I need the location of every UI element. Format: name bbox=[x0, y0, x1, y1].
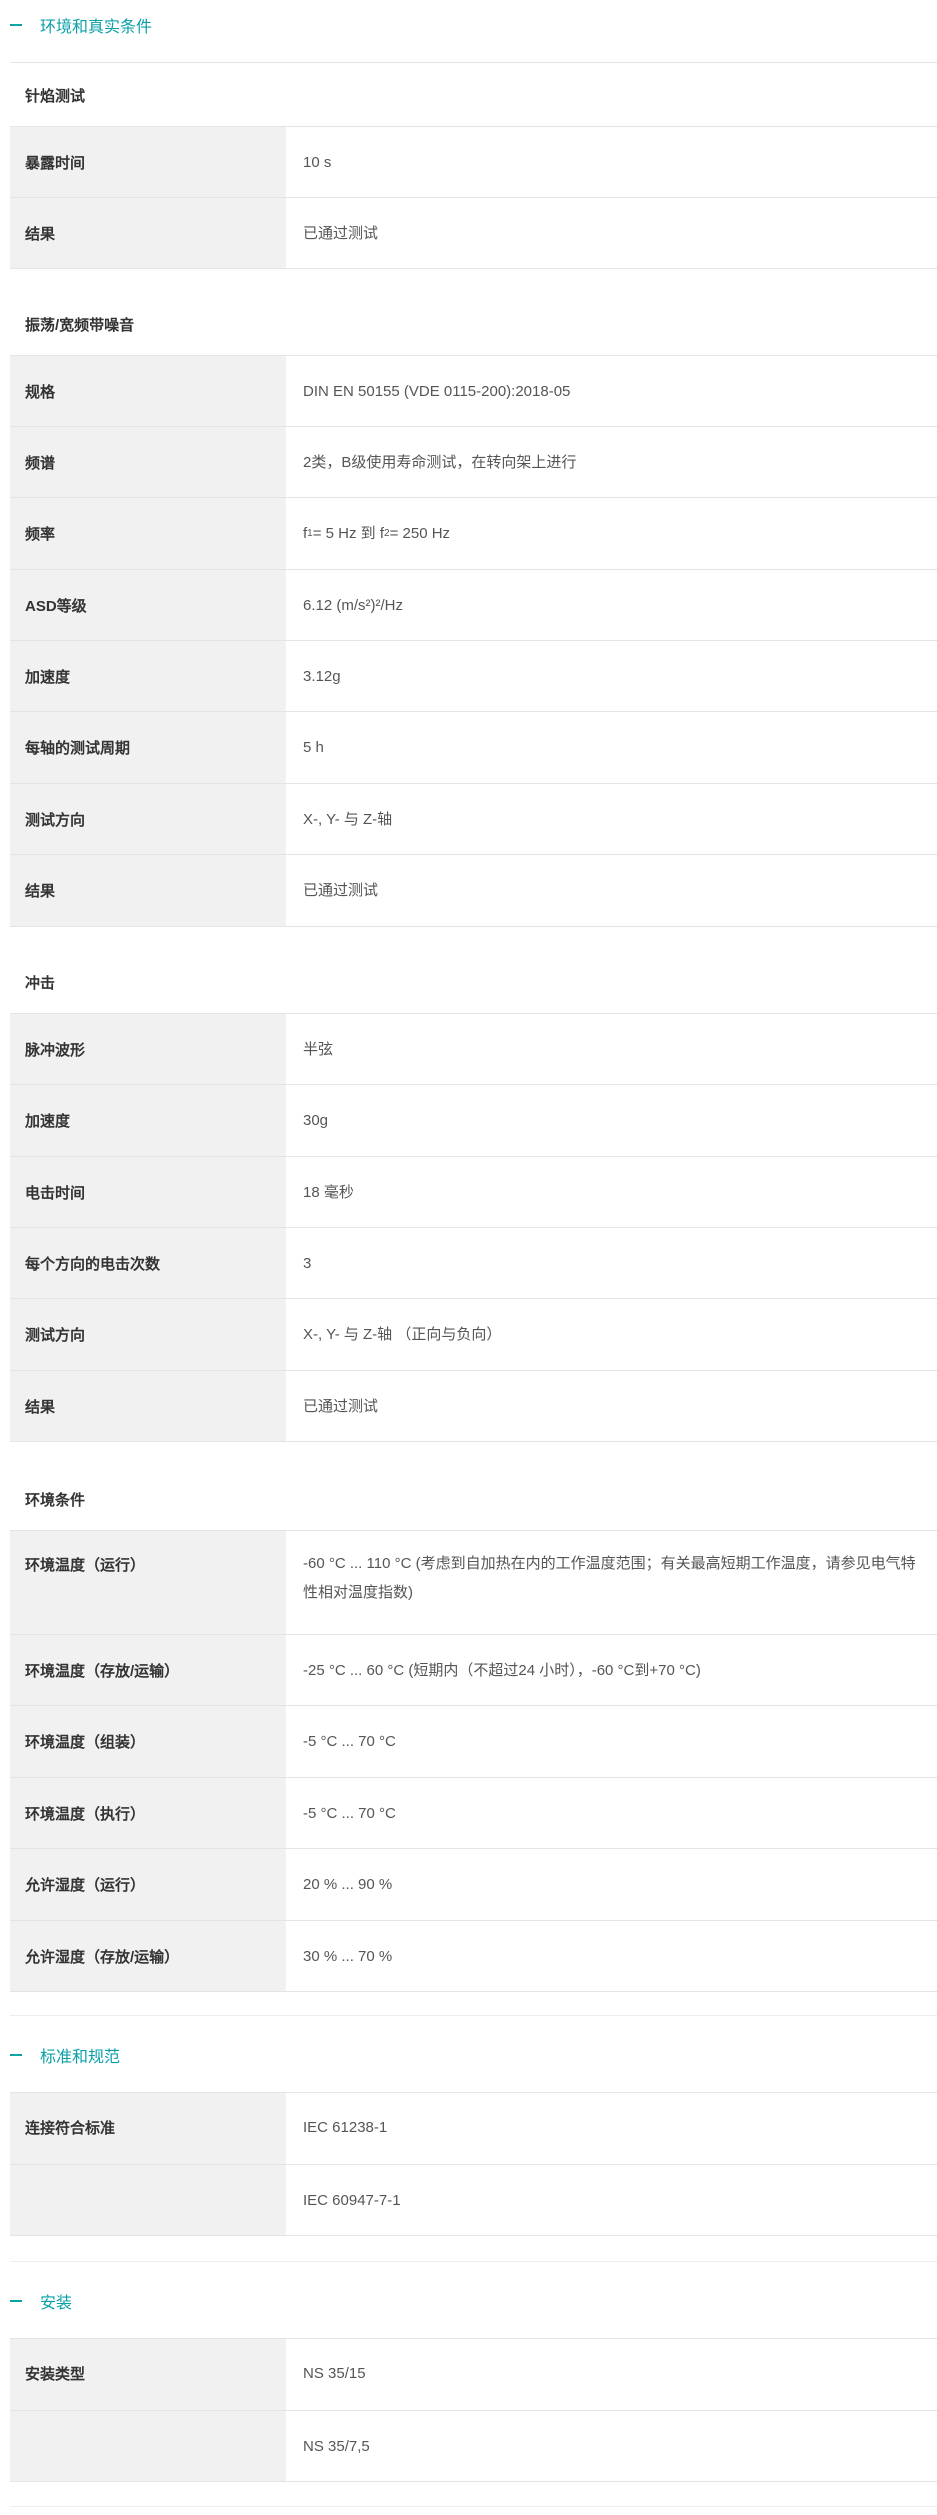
spec-row: 测试方向 X-, Y- 与 Z-轴 （正向与负向） bbox=[10, 1299, 937, 1371]
spec-value: 3 bbox=[303, 1254, 312, 1272]
spec-row: 加速度 30g bbox=[10, 1085, 937, 1157]
spec-label: ASD等级 bbox=[10, 570, 286, 640]
spec-page: 环境和真实条件 针焰测试 暴露时间 10 s 结果 已通过测试 振荡/宽频带噪音… bbox=[0, 0, 937, 2515]
spec-label: 连接符合标准 bbox=[10, 2093, 286, 2164]
spec-value-frequency: f1 = 5 Hz 到 f2 = 250 Hz bbox=[286, 498, 937, 569]
collapse-minus-icon[interactable] bbox=[10, 2300, 22, 2302]
spec-label-empty bbox=[10, 2411, 286, 2481]
spec-value: NS 35/7,5 bbox=[303, 2437, 370, 2455]
spec-value: X-, Y- 与 Z-轴 bbox=[303, 810, 393, 828]
spec-value: DIN EN 50155 (VDE 0115-200):2018-05 bbox=[303, 382, 571, 400]
spec-row: 安装类型 NS 35/15 bbox=[10, 2339, 937, 2411]
spec-row: IEC 60947-7-1 bbox=[10, 2165, 937, 2236]
spec-label: 环境温度（组装） bbox=[10, 1706, 286, 1777]
spec-value: 2类，B级使用寿命测试，在转向架上进行 bbox=[303, 453, 577, 471]
spec-value: 已通过测试 bbox=[303, 882, 379, 899]
spec-value: 半弦 bbox=[303, 1040, 334, 1058]
spec-row: 频率 f1 = 5 Hz 到 f2 = 250 Hz bbox=[10, 498, 937, 570]
spec-label: 结果 bbox=[10, 1371, 286, 1441]
spec-row: 每轴的测试周期 5 h bbox=[10, 712, 937, 784]
collapse-minus-icon[interactable] bbox=[10, 24, 22, 26]
spec-row: 结果 已通过测试 bbox=[10, 855, 937, 927]
spec-value: 已通过测试 bbox=[303, 224, 379, 242]
spec-value: 3.12g bbox=[303, 667, 341, 685]
divider bbox=[10, 2015, 937, 2016]
collapse-minus-icon[interactable] bbox=[10, 2054, 22, 2056]
spec-row: ASD等级 6.12 (m/s²)²/Hz bbox=[10, 570, 937, 641]
spec-row: 频谱 2类，B级使用寿命测试，在转向架上进行 bbox=[10, 427, 937, 498]
spec-label: 环境温度（执行） bbox=[10, 1778, 286, 1848]
group-title-shock: 冲击 bbox=[25, 975, 56, 992]
spec-row: 允许湿度（存放/运输） 30 % ... 70 % bbox=[10, 1921, 937, 1992]
spec-row: 允许湿度（运行） 20 % ... 90 % bbox=[10, 1849, 937, 1921]
section-title: 安装 bbox=[40, 2295, 73, 2312]
spec-value: 30g bbox=[303, 1112, 329, 1129]
spec-row: 电击时间 18 毫秒 bbox=[10, 1157, 937, 1228]
spec-row: NS 35/7,5 bbox=[10, 2411, 937, 2482]
spec-label: 测试方向 bbox=[10, 784, 286, 854]
spec-row: 结果 已通过测试 bbox=[10, 198, 937, 269]
divider bbox=[10, 62, 937, 63]
section-title: 环境和真实条件 bbox=[40, 19, 153, 36]
spec-label: 允许湿度（运行） bbox=[10, 1849, 286, 1920]
spec-label: 允许湿度（存放/运输） bbox=[10, 1921, 286, 1991]
spec-value: X-, Y- 与 Z-轴 （正向与负向） bbox=[303, 1326, 502, 1343]
spec-row: 环境温度（存放/运输） -25 °C ... 60 °C (短期内（不超过24 … bbox=[10, 1635, 937, 1706]
spec-row: 连接符合标准 IEC 61238-1 bbox=[10, 2093, 937, 2165]
divider bbox=[10, 2261, 937, 2262]
value-part: = 250 Hz bbox=[389, 525, 451, 542]
spec-value: -25 °C ... 60 °C (短期内（不超过24 小时），-60 °C到+… bbox=[303, 1661, 701, 1679]
spec-value: 已通过测试 bbox=[303, 1397, 379, 1415]
spec-row: 环境温度（运行） -60 °C ... 110 °C (考虑到自加热在内的工作温… bbox=[10, 1531, 937, 1635]
spec-row: 暴露时间 10 s bbox=[10, 127, 937, 198]
spec-row: 结果 已通过测试 bbox=[10, 1371, 937, 1442]
spec-label: 每轴的测试周期 bbox=[10, 712, 286, 783]
spec-label: 环境温度（运行） bbox=[10, 1531, 286, 1634]
divider bbox=[10, 2506, 937, 2507]
spec-label: 规格 bbox=[10, 356, 286, 426]
section-header-mounting[interactable]: 安装 bbox=[10, 2288, 937, 2314]
spec-label: 结果 bbox=[10, 855, 286, 926]
spec-label: 暴露时间 bbox=[10, 127, 286, 197]
spec-label: 测试方向 bbox=[10, 1299, 286, 1370]
spec-value: 6.12 (m/s²)²/Hz bbox=[303, 596, 404, 614]
spec-row: 脉冲波形 半弦 bbox=[10, 1014, 937, 1085]
spec-label: 频谱 bbox=[10, 427, 286, 497]
section-title: 标准和规范 bbox=[40, 2049, 121, 2066]
group-title-vibration: 振荡/宽频带噪音 bbox=[25, 317, 135, 334]
spec-value: -60 °C ... 110 °C (考虑到自加热在内的工作温度范围；有关最高短… bbox=[303, 1555, 916, 1601]
group-title-needle-flame: 针焰测试 bbox=[25, 88, 86, 105]
spec-row: 加速度 3.12g bbox=[10, 641, 937, 712]
spec-value: NS 35/15 bbox=[303, 2365, 366, 2382]
spec-row: 测试方向 X-, Y- 与 Z-轴 bbox=[10, 784, 937, 855]
spec-label: 加速度 bbox=[10, 1085, 286, 1156]
spec-value: IEC 60947-7-1 bbox=[303, 2191, 401, 2209]
value-part: = 5 Hz 到 f bbox=[312, 525, 385, 542]
group-title-environment: 环境条件 bbox=[25, 1492, 86, 1509]
section-header-env[interactable]: 环境和真实条件 bbox=[10, 12, 937, 38]
spec-value: 30 % ... 70 % bbox=[303, 1947, 393, 1965]
spec-value: 18 毫秒 bbox=[303, 1183, 354, 1201]
section-header-standards[interactable]: 标准和规范 bbox=[10, 2042, 937, 2068]
spec-label: 频率 bbox=[10, 498, 286, 569]
spec-value: -5 °C ... 70 °C bbox=[303, 1804, 396, 1822]
spec-value: -5 °C ... 70 °C bbox=[303, 1733, 396, 1750]
spec-label: 安装类型 bbox=[10, 2339, 286, 2410]
spec-value: 5 h bbox=[303, 739, 324, 756]
spec-label-empty bbox=[10, 2165, 286, 2235]
spec-label: 加速度 bbox=[10, 641, 286, 711]
spec-label: 环境温度（存放/运输） bbox=[10, 1635, 286, 1705]
spec-value: 20 % ... 90 % bbox=[303, 1876, 393, 1893]
spec-row: 环境温度（组装） -5 °C ... 70 °C bbox=[10, 1706, 937, 1778]
spec-row: 环境温度（执行） -5 °C ... 70 °C bbox=[10, 1778, 937, 1849]
spec-label: 每个方向的电击次数 bbox=[10, 1228, 286, 1298]
spec-label: 结果 bbox=[10, 198, 286, 268]
spec-label: 脉冲波形 bbox=[10, 1014, 286, 1084]
spec-label: 电击时间 bbox=[10, 1157, 286, 1227]
spec-row: 规格 DIN EN 50155 (VDE 0115-200):2018-05 bbox=[10, 356, 937, 427]
spec-row: 每个方向的电击次数 3 bbox=[10, 1228, 937, 1299]
spec-value: 10 s bbox=[303, 153, 332, 171]
spec-value: IEC 61238-1 bbox=[303, 2119, 388, 2136]
